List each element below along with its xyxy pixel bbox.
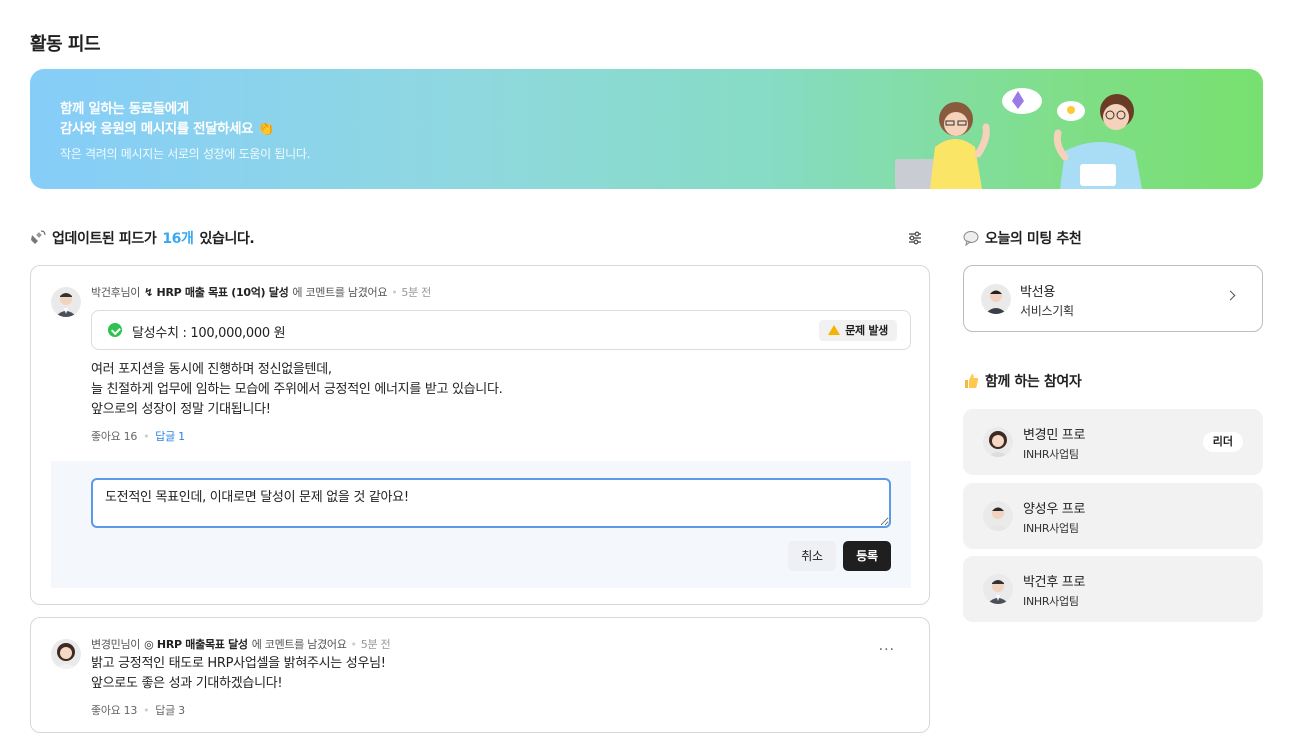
meeting-recommendation-card[interactable]: 박선용 서비스기획 (963, 265, 1263, 332)
participants-title: 함께 하는 참여자 (985, 374, 1082, 390)
post-reactions: 좋아요 13 • 답글 3 (91, 702, 185, 718)
feed-card: 박건후님이 ↯ HRP 매출 목표 (10억) 달성 에 코멘트를 남겼어요 •… (30, 265, 930, 605)
feed-card: 변경민님이 ◎ HRP 매출목표 달성 에 코멘트를 남겼어요 • 5분 전 ·… (30, 617, 930, 733)
leader-badge: 리더 (1202, 432, 1243, 452)
feed-count: 16개 (162, 231, 194, 247)
participant-name: 양성우 프로 (1023, 502, 1086, 517)
banner-illustration (895, 88, 1142, 189)
avatar (981, 284, 1011, 314)
thumbs-up-icon (965, 374, 979, 388)
participant-name: 변경민 프로 (1023, 428, 1086, 443)
banner-headline-line2: 감사와 응원의 메시지를 전달하세요 👏 (60, 121, 274, 137)
issue-badge[interactable]: 문제 발생 (819, 320, 897, 341)
banner: 함께 일하는 동료들에게 감사와 응원의 메시지를 전달하세요 👏 작은 격려의… (30, 69, 1263, 189)
reply-count[interactable]: 답글 3 (155, 702, 185, 718)
avatar[interactable] (51, 639, 81, 669)
meeting-title: 오늘의 미팅 추천 (985, 231, 1082, 247)
participant-team: INHR사업팀 (1023, 448, 1079, 461)
avatar (983, 427, 1013, 457)
chevron-right-icon (1225, 290, 1236, 301)
goal-link[interactable]: ◎ HRP 매출목표 달성 (144, 636, 248, 652)
like-count[interactable]: 좋아요 16 (91, 428, 137, 444)
check-circle-icon (108, 323, 122, 337)
page-title: 활동 피드 (30, 34, 101, 55)
separator-dot: • (391, 285, 398, 299)
reply-input[interactable]: 도전적인 목표인데, 이대로면 달성이 문제 없을 것 같아요! (91, 478, 891, 528)
feed-header: 업데이트된 피드가 16개 있습니다. (30, 228, 255, 248)
post-meta: 박건후님이 ↯ HRP 매출 목표 (10억) 달성 에 코멘트를 남겼어요 •… (91, 284, 431, 300)
avatar (983, 501, 1013, 531)
post-body-line: 여러 포지션을 동시에 진행하며 정신없을텐데, (91, 362, 332, 377)
issue-label: 문제 발생 (845, 324, 888, 337)
post-body-line: 앞으로의 성장이 정말 기대됩니다! (91, 402, 271, 417)
goal-link[interactable]: ↯ HRP 매출 목표 (10억) 달성 (144, 284, 289, 300)
banner-subtitle: 작은 격려의 메시지는 서로의 성장에 도움이 됩니다. (60, 147, 311, 161)
banner-headline-line1: 함께 일하는 동료들에게 (60, 101, 189, 117)
post-body: 여러 포지션을 동시에 진행하며 정신없을텐데, 늘 친절하게 업무에 임하는 … (91, 360, 503, 420)
post-meta: 변경민님이 ◎ HRP 매출목표 달성 에 코멘트를 남겼어요 • 5분 전 (91, 636, 391, 652)
more-options-icon[interactable]: ··· (879, 642, 895, 658)
post-body-line: 앞으로도 좋은 성과 기대하겠습니다! (91, 676, 283, 691)
feed-header-suffix: 있습니다. (199, 231, 255, 247)
reply-area: 도전적인 목표인데, 이대로면 달성이 문제 없을 것 같아요! 취소 등록 (51, 461, 911, 588)
post-author[interactable]: 박건후님이 (91, 284, 140, 300)
post-body-line: 밝고 긍정적인 태도로 HRP사업셀을 밝혀주시는 성우님! (91, 656, 386, 671)
separator-dot: • (143, 429, 150, 443)
participant-card[interactable]: 변경민 프로 INHR사업팀 리더 (963, 409, 1263, 475)
post-time: 5분 전 (360, 638, 391, 651)
participant-team: INHR사업팀 (1023, 522, 1079, 535)
participant-card[interactable]: 양성우 프로 INHR사업팀 (963, 483, 1263, 549)
satellite-icon (31, 230, 46, 244)
speech-bubble-icon (963, 231, 979, 246)
submit-button[interactable]: 등록 (843, 541, 891, 571)
post-reactions: 좋아요 16 • 답글 1 (91, 428, 185, 444)
cancel-button[interactable]: 취소 (788, 541, 836, 571)
participant-card[interactable]: 박건후 프로 INHR사업팀 (963, 556, 1263, 622)
avatar (983, 574, 1013, 604)
avatar[interactable] (51, 287, 81, 317)
post-time: 5분 전 (401, 286, 431, 299)
achievement-box: 달성수치 : 100,000,000 원 문제 발생 (91, 310, 911, 350)
sliders-icon[interactable] (906, 229, 924, 247)
post-action: 에 코멘트를 남겼어요 (292, 286, 388, 299)
participant-team: INHR사업팀 (1023, 595, 1079, 608)
meeting-person-team: 서비스기획 (1020, 304, 1074, 318)
meeting-person-name: 박선용 (1020, 285, 1055, 300)
separator-dot: • (350, 637, 358, 651)
participants-section-title: 함께 하는 참여자 (963, 371, 1082, 391)
separator-dot: • (143, 703, 150, 717)
like-count[interactable]: 좋아요 13 (91, 702, 137, 718)
achievement-value: 달성수치 : 100,000,000 원 (132, 326, 286, 341)
meeting-section-title: 오늘의 미팅 추천 (963, 228, 1082, 248)
warning-icon (828, 325, 841, 335)
post-action: 에 코멘트를 남겼어요 (251, 638, 347, 651)
participant-name: 박건후 프로 (1023, 575, 1086, 590)
reply-count[interactable]: 답글 1 (155, 428, 185, 444)
post-author[interactable]: 변경민님이 (91, 636, 140, 652)
post-body: 밝고 긍정적인 태도로 HRP사업셀을 밝혀주시는 성우님! 앞으로도 좋은 성… (91, 654, 386, 694)
feed-header-prefix: 업데이트된 피드가 (52, 231, 157, 247)
post-body-line: 늘 친절하게 업무에 임하는 모습에 주위에서 긍정적인 에너지를 받고 있습니… (91, 382, 503, 397)
